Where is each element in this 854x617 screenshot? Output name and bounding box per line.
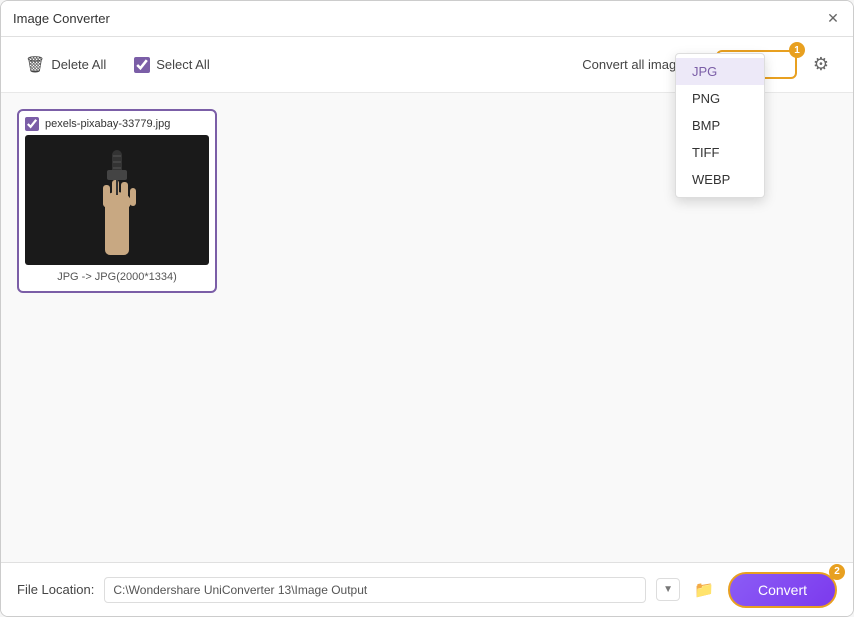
- image-caption: JPG -> JPG(2000*1334): [25, 269, 209, 285]
- open-folder-button[interactable]: 📁: [690, 578, 718, 602]
- window-title: Image Converter: [13, 11, 110, 26]
- format-option-tiff[interactable]: TIFF: [676, 139, 764, 166]
- delete-all-label: Delete All: [51, 57, 106, 72]
- select-all-label[interactable]: Select All: [134, 57, 209, 73]
- close-button[interactable]: ✕: [825, 11, 841, 27]
- format-option-png[interactable]: PNG: [676, 85, 764, 112]
- file-location-input[interactable]: [104, 577, 646, 603]
- image-svg: [57, 140, 177, 260]
- image-card-header: pexels-pixabay-33779.jpg: [25, 117, 209, 131]
- trash-icon: 🗑: [25, 55, 45, 75]
- format-badge: 1: [789, 42, 805, 58]
- file-location-label: File Location:: [17, 582, 94, 597]
- app-window: Image Converter ✕ 🗑 Delete All Select Al…: [0, 0, 854, 617]
- format-option-bmp[interactable]: BMP: [676, 112, 764, 139]
- footer: File Location: ▼ 📁 2 Convert: [1, 562, 853, 616]
- convert-badge: 2: [829, 564, 845, 580]
- delete-all-button[interactable]: 🗑 Delete All: [17, 51, 114, 79]
- settings-button[interactable]: ⚙: [805, 49, 837, 81]
- path-dropdown-button[interactable]: ▼: [656, 578, 680, 601]
- format-option-jpg[interactable]: JPG: [676, 58, 764, 85]
- convert-button[interactable]: Convert: [728, 572, 837, 608]
- select-all-text: Select All: [156, 57, 209, 72]
- select-all-checkbox[interactable]: [134, 57, 150, 73]
- title-bar: Image Converter ✕: [1, 1, 853, 37]
- format-dropdown-menu: JPG PNG BMP TIFF WEBP: [675, 53, 765, 198]
- image-filename: pexels-pixabay-33779.jpg: [45, 118, 170, 130]
- image-card: pexels-pixabay-33779.jpg: [17, 109, 217, 293]
- format-option-webp[interactable]: WEBP: [676, 166, 764, 193]
- convert-button-container: 2 Convert: [728, 572, 837, 608]
- image-thumbnail: [25, 135, 209, 265]
- image-select-checkbox[interactable]: [25, 117, 39, 131]
